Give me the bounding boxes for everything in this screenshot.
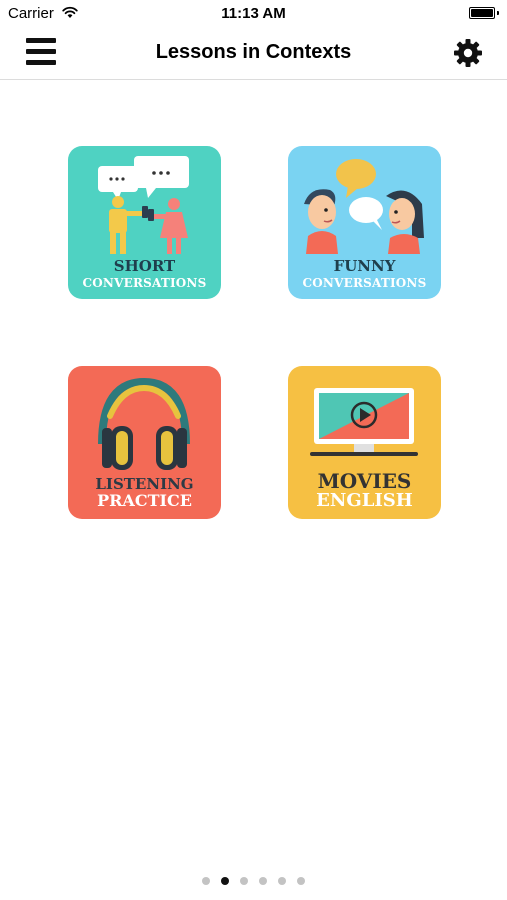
tile-short-conversations[interactable]: SHORT CONVERSATIONS — [68, 146, 221, 299]
navigation-bar: Lessons in Contexts — [0, 26, 507, 80]
tile-title-line2: CONVERSATIONS — [302, 276, 427, 290]
status-bar: Carrier 11:13 AM — [0, 0, 507, 26]
tile-title-line2: PRACTICE — [97, 491, 192, 510]
tile-title-line1: FUNNY — [333, 257, 396, 275]
tile-funny-conversations[interactable]: FUNNY CONVERSATIONS — [288, 146, 441, 299]
page-title: Lessons in Contexts — [155, 41, 352, 63]
tile-title-line2: ENGLISH — [316, 490, 413, 511]
battery-icon — [469, 7, 499, 19]
page-dot[interactable] — [259, 877, 267, 885]
page-dot[interactable] — [221, 877, 229, 885]
status-time: 11:13 AM — [221, 5, 286, 22]
page-dot[interactable] — [278, 877, 286, 885]
hamburger-menu-icon[interactable] — [26, 38, 56, 65]
tile-title-line2: CONVERSATIONS — [82, 276, 207, 290]
tile-title-line1: SHORT — [113, 257, 176, 275]
tile-listening-practice[interactable]: LISTENING PRACTICE — [68, 366, 221, 519]
page-dot[interactable] — [240, 877, 248, 885]
gear-icon[interactable] — [453, 38, 483, 68]
page-dot[interactable] — [202, 877, 210, 885]
page-indicator[interactable] — [0, 877, 507, 885]
page-dot[interactable] — [297, 877, 305, 885]
tile-movies-english[interactable]: MOVIES ENGLISH — [288, 366, 441, 519]
